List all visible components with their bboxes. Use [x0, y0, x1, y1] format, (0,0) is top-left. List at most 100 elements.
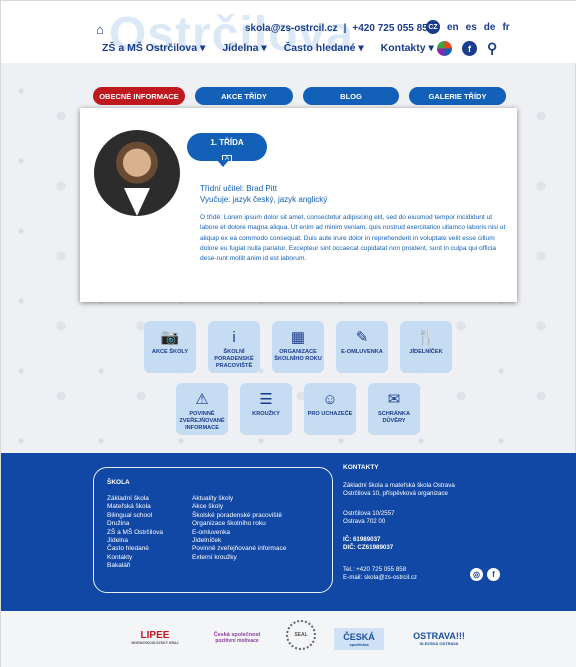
instagram-icon[interactable]: ◎ [470, 568, 483, 581]
tab-class-events[interactable]: AKCE TŘÍDY [195, 87, 293, 105]
class-bubble: 1. TŘÍDA A [187, 133, 267, 167]
quick-link-clubs[interactable]: ☰ KROUŽKY [240, 383, 292, 435]
search-icon[interactable]: ⚲ [487, 40, 497, 57]
header-separator: | [343, 23, 347, 34]
home-icon[interactable]: ⌂ [96, 22, 104, 37]
footer-link[interactable]: Školské poradenské pracoviště [192, 512, 286, 520]
facebook-icon[interactable]: f [462, 41, 477, 56]
lang-cz[interactable]: CZ [426, 20, 440, 34]
list-icon: ☰ [259, 391, 273, 408]
footer-social: ◎ f [470, 568, 500, 581]
partner-logo-ostrava[interactable]: OSTRAVA!!! SLEZSKÁ OSTRAVA [406, 628, 472, 648]
tab-class-gallery[interactable]: GALERIE TŘÍDY [409, 87, 506, 105]
header-phone[interactable]: +420 725 055 858 [352, 23, 433, 34]
footer-org-line: Základní škola a mateřská škola Ostrava [343, 482, 455, 489]
tab-general-info[interactable]: OBECNÉ INFORMACE [93, 87, 185, 105]
class-description: O třídě: Lorem ipsum dolor sit amet, con… [200, 214, 506, 263]
language-switcher: CZ en es de fr [426, 20, 510, 34]
quick-link-applicants[interactable]: ☺ PRO UCHAZEČE [304, 383, 356, 435]
quick-link-menu[interactable]: 🍴 JÍDELNÍČEK [400, 321, 452, 373]
edit-icon: ✎ [355, 329, 369, 346]
footer-link[interactable]: Povinně zveřejňované informace [192, 545, 286, 553]
footer-link[interactable]: Družina [107, 520, 163, 528]
footer-link[interactable]: E-omluvenka [192, 529, 286, 537]
footer-email[interactable]: E-mail: skola@zs-ostrcil.cz [343, 574, 417, 582]
quick-link-mandatory-info[interactable]: ⚠ POVINNĚ ZVEŘEJŇOVANÉ INFORMACE [176, 383, 228, 435]
nav-canteen[interactable]: Jídelna ▾ [222, 42, 266, 54]
header-icons: f ⚲ [437, 40, 497, 57]
footer-address-line: Ostrava 702 00 [343, 518, 386, 526]
lang-en[interactable]: en [447, 22, 459, 33]
cutlery-icon: 🍴 [416, 329, 436, 346]
footer-col2: Aktuality školy Akce školy Školské porad… [192, 495, 286, 562]
footer-link[interactable]: Externí kroužky [192, 554, 286, 562]
partner-logo-lipee[interactable]: LIPEE MORAVSKOSLEZSKÝ KRAJ [127, 628, 183, 646]
partner-name: ČESKÁ [343, 631, 375, 642]
class-info-card: 1. TŘÍDA A Třídní učitel: Brad Pitt Vyuč… [80, 108, 517, 302]
footer-link[interactable]: Jídelníček [192, 537, 286, 545]
footer-link[interactable]: Akce školy [192, 503, 286, 511]
teacher-info: Třídní učitel: Brad Pitt Vyučuje: jazyk … [200, 183, 327, 205]
footer-dic: DIČ: CZ61989037 [343, 544, 394, 552]
partner-name: OSTRAVA!!! [413, 630, 465, 641]
footer-ids: IČ: 61989037 DIČ: CZ61989037 [343, 536, 393, 552]
lang-de[interactable]: de [484, 22, 496, 33]
footer-org: Základní škola a mateřská škola Ostrava … [343, 482, 455, 498]
quick-link-trust-box[interactable]: ✉ SCHRÁNKA DŮVĚRY [368, 383, 420, 435]
footer-address: Ostrčilova 10/2557 Ostrava 702 00 [343, 510, 395, 526]
footer-address-line: Ostrčilova 10/2557 [343, 510, 395, 517]
footer-link[interactable]: Kontakty [107, 554, 163, 562]
quick-link-school-events[interactable]: 📷 AKCE ŠKOLY [144, 321, 196, 373]
partner-sub: spořitelna [349, 641, 369, 647]
footer-phone[interactable]: Tel.: +420 725 055 858 [343, 566, 417, 574]
footer-org-line: Ostrčilova 10, příspěvková organizace [343, 490, 448, 498]
main-nav: ZŠ a MŠ Ostrčilova ▾ Jídelna ▾ Často hle… [102, 42, 434, 54]
partner-logo-ceska-sporitelna[interactable]: ČESKÁ spořitelna [334, 628, 384, 650]
nav-contacts[interactable]: Kontakty ▾ [381, 42, 434, 54]
footer-link[interactable]: Bilingual school [107, 512, 163, 520]
info-icon: i [232, 329, 236, 346]
footer-link[interactable]: Bakaláři [107, 562, 163, 570]
quick-link-school-year[interactable]: ▦ ORGANIZACE ŠKOLNÍHO ROKU [272, 321, 324, 373]
partner-logo-cspm[interactable]: Česká společnost pozitivní motivace [201, 628, 273, 648]
partner-sub: MORAVSKOSLEZSKÝ KRAJ [131, 640, 179, 645]
partner-sub: SLEZSKÁ OSTRAVA [419, 640, 459, 646]
footer-school-heading: ŠKOLA [107, 479, 130, 486]
class-tabs: OBECNÉ INFORMACE AKCE TŘÍDY BLOG GALERIE… [93, 87, 506, 105]
footer-link[interactable]: Často hledané [107, 545, 163, 553]
teacher-photo [94, 130, 180, 216]
nav-school[interactable]: ZŠ a MŠ Ostrčilova ▾ [102, 42, 205, 54]
footer-link[interactable]: Aktuality školy [192, 495, 286, 503]
header-email[interactable]: skola@zs-ostrcil.cz [245, 23, 338, 34]
lang-fr[interactable]: fr [502, 22, 509, 33]
camera-icon: 📷 [160, 329, 180, 346]
partner-logo-seal[interactable]: SEAL [286, 620, 316, 650]
warning-icon: ⚠ [195, 391, 209, 408]
footer-contacts-heading: KONTAKTY [343, 464, 379, 471]
teacher-subjects: Vyučuje: jazyk český, jazyk anglický [200, 195, 328, 204]
class-letter: A [221, 155, 232, 163]
footer-link[interactable]: Mateřská škola [107, 503, 163, 511]
header-contact: skola@zs-ostrcil.cz | +420 725 055 858 [245, 23, 433, 34]
quick-link-excuse[interactable]: ✎ E-OMLUVENKA [336, 321, 388, 373]
facebook-icon[interactable]: f [487, 568, 500, 581]
class-name: 1. TŘÍDA [210, 138, 244, 147]
lang-es[interactable]: es [466, 22, 477, 33]
footer-ic: IČ: 61989037 [343, 536, 381, 543]
tab-blog[interactable]: BLOG [303, 87, 399, 105]
partner-name: LIPEE [140, 629, 170, 641]
page: Ostrčilova ⌂ skola@zs-ostrcil.cz | +420 72… [0, 0, 576, 667]
footer-contact-lines: Tel.: +420 725 055 858 E-mail: skola@zs-… [343, 566, 417, 582]
footer-link[interactable]: Organizace školního roku [192, 520, 286, 528]
site-header: Ostrčilova ⌂ skola@zs-ostrcil.cz | +420 72… [1, 1, 576, 63]
smile-icon: ☺ [322, 391, 338, 408]
nav-frequent[interactable]: Často hledané ▾ [284, 42, 364, 54]
partner-sub: pozitivní motivace [215, 638, 259, 644]
teacher-name: Třídní učitel: Brad Pitt [200, 184, 277, 193]
footer-link[interactable]: ZŠ a MŠ Ostrčilova [107, 529, 163, 537]
calendar-icon: ▦ [290, 329, 306, 346]
footer-link[interactable]: Základní škola [107, 495, 163, 503]
instagram-icon[interactable] [437, 41, 452, 56]
quick-link-counseling[interactable]: i ŠKOLNÍ PORADENSKÉ PRACOVIŠTĚ [208, 321, 260, 373]
mail-icon: ✉ [387, 391, 401, 408]
